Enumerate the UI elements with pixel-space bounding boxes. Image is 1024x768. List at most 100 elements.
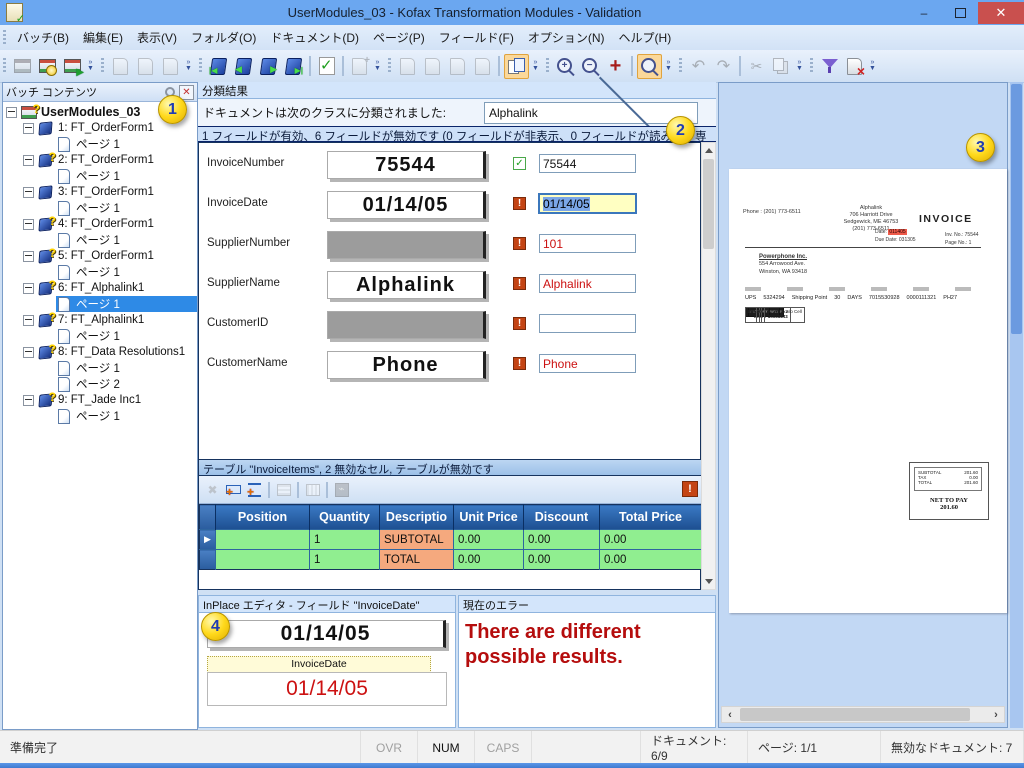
field-snippet-image[interactable]: Phone	[327, 351, 486, 379]
delete-document-icon[interactable]	[843, 55, 866, 79]
copy-icon[interactable]	[770, 55, 793, 78]
column-header[interactable]: Quantity	[309, 504, 380, 530]
field-input[interactable]: 75544	[539, 154, 636, 173]
scroll-up-icon[interactable]	[702, 143, 715, 158]
close-batch-icon[interactable]	[61, 55, 84, 78]
next-page-icon[interactable]	[446, 55, 469, 78]
menu-item[interactable]: フォルダ(O)	[184, 26, 263, 49]
field-snippet-image[interactable]: 75544	[327, 151, 486, 179]
table-cell[interactable]	[215, 529, 310, 550]
scroll-right-icon[interactable]: ›	[988, 707, 1004, 722]
tree-row[interactable]: ページ 1	[3, 328, 197, 344]
toolbar-separator[interactable]	[326, 481, 328, 498]
tree-row[interactable]: ページ 1	[3, 232, 197, 248]
tree-row[interactable]: ページ 1	[3, 296, 197, 312]
tree-row[interactable]: 2: FT_OrderForm1	[3, 150, 197, 168]
zoom-region-icon[interactable]	[637, 53, 662, 79]
table-cell[interactable]: 0.00	[453, 529, 524, 550]
menu-item[interactable]: 編集(E)	[76, 26, 130, 49]
zoom-out-icon[interactable]	[579, 55, 602, 78]
tree-row[interactable]: ページ 2	[3, 376, 197, 392]
tree-row[interactable]: 7: FT_Alphalink1	[3, 310, 197, 328]
toolbar-overflow-icon[interactable]: » ▼	[183, 53, 194, 79]
toolbar-separator[interactable]	[342, 56, 344, 76]
table-row[interactable]: 1 TOTAL 0.00 0.00 0.00	[199, 549, 702, 570]
tree-row[interactable]: 9: FT_Jade Inc1	[3, 390, 197, 408]
table-cell[interactable]: 0.00	[453, 549, 524, 570]
last-document-icon[interactable]	[282, 55, 305, 78]
tree-expander-icon[interactable]	[23, 314, 34, 326]
tree-row[interactable]: ページ 1	[3, 136, 197, 152]
field-snippet-image[interactable]: Alphalink	[327, 271, 486, 299]
insert-column-icon[interactable]	[245, 480, 264, 499]
scroll-left-icon[interactable]: ‹	[722, 707, 738, 722]
tree-row[interactable]: ページ 1	[3, 360, 197, 376]
minimize-button[interactable]: –	[906, 2, 942, 24]
tree-row[interactable]: ページ 1	[3, 200, 197, 216]
table-row[interactable]: ▶ 1 SUBTOTAL 0.00 0.00 0.00	[199, 529, 702, 550]
field-input[interactable]: 01/14/05	[538, 193, 637, 214]
insert-row-icon[interactable]	[224, 480, 243, 499]
first-document-icon[interactable]	[207, 55, 230, 78]
table-cell[interactable]: 0.00	[523, 549, 600, 570]
menu-item[interactable]: 表示(V)	[130, 26, 184, 49]
tree-row[interactable]: ページ 1	[3, 168, 197, 184]
doc-action-1-icon[interactable]	[109, 55, 132, 78]
toolbar-separator[interactable]	[631, 56, 633, 76]
new-form-icon[interactable]	[348, 55, 371, 78]
tree-expander-icon[interactable]	[23, 186, 34, 198]
viewer-horizontal-scrollbar[interactable]: ‹ ›	[721, 706, 1005, 723]
suspend-batch-icon[interactable]	[36, 55, 59, 78]
toolbar-separator[interactable]	[297, 481, 299, 498]
invoice-items-table[interactable]: Position Quantity Descriptio Unit Price …	[199, 504, 702, 570]
toolbar-overflow-icon[interactable]: » ▼	[663, 53, 674, 79]
tree-row[interactable]: ページ 1	[3, 264, 197, 280]
column-header[interactable]: Discount	[523, 504, 600, 530]
menu-item[interactable]: ドキュメント(D)	[263, 26, 366, 49]
field-snippet-image[interactable]: 01/14/05	[327, 191, 486, 219]
menu-item[interactable]: フィールド(F)	[432, 26, 521, 49]
tree-row[interactable]: ページ 1	[3, 408, 197, 424]
close-button[interactable]: ✕	[978, 1, 1024, 24]
table-cell[interactable]: 0.00	[523, 529, 600, 550]
last-page-icon[interactable]	[471, 55, 494, 78]
redo-icon[interactable]	[712, 55, 735, 78]
field-input[interactable]: Alphalink	[539, 274, 636, 293]
doc-action-2-icon[interactable]	[134, 55, 157, 78]
column-header[interactable]: Descriptio	[379, 504, 454, 530]
previous-page-icon[interactable]	[421, 55, 444, 78]
tree-expander-icon[interactable]	[23, 218, 34, 230]
table-cell[interactable]	[215, 549, 310, 570]
table-cell[interactable]: TOTAL	[379, 549, 454, 570]
tree-row[interactable]: 6: FT_Alphalink1	[3, 278, 197, 296]
tree-row[interactable]: 8: FT_Data Resolutions1	[3, 342, 197, 360]
tree-row[interactable]: 5: FT_OrderForm1	[3, 246, 197, 264]
tree-row[interactable]: 4: FT_OrderForm1	[3, 214, 197, 232]
row-selector[interactable]: ▶	[199, 529, 216, 550]
recalculate-icon[interactable]	[332, 480, 351, 499]
field-input[interactable]: 101	[539, 234, 636, 253]
scrollbar-thumb[interactable]	[740, 708, 970, 721]
tree-expander-icon[interactable]	[23, 122, 34, 134]
toolbar-overflow-icon[interactable]: » ▼	[867, 53, 878, 79]
split-page-icon[interactable]	[504, 53, 529, 79]
zoom-in-icon[interactable]	[554, 55, 577, 78]
previous-document-icon[interactable]	[232, 55, 255, 78]
doc-action-3-icon[interactable]	[159, 55, 182, 78]
delete-cell-icon[interactable]	[203, 480, 222, 499]
table-cell[interactable]: SUBTOTAL	[379, 529, 454, 550]
tree-expander-icon[interactable]	[6, 106, 17, 118]
table-cell[interactable]: 0.00	[599, 529, 702, 550]
field-input[interactable]: Phone	[539, 354, 636, 373]
column-header[interactable]: Position	[215, 504, 310, 530]
undo-icon[interactable]	[687, 55, 710, 78]
class-dropdown[interactable]: Alphalink	[484, 71, 698, 151]
merge-rows-icon[interactable]	[274, 480, 293, 499]
menu-item[interactable]: バッチ(B)	[10, 26, 76, 49]
batch-sync-icon[interactable]	[11, 55, 34, 78]
field-input[interactable]	[539, 314, 636, 333]
toolbar-separator[interactable]	[739, 56, 741, 76]
toolbar-separator[interactable]	[498, 56, 500, 76]
tree-row[interactable]: 3: FT_OrderForm1	[3, 184, 197, 200]
tree-expander-icon[interactable]	[23, 394, 34, 406]
